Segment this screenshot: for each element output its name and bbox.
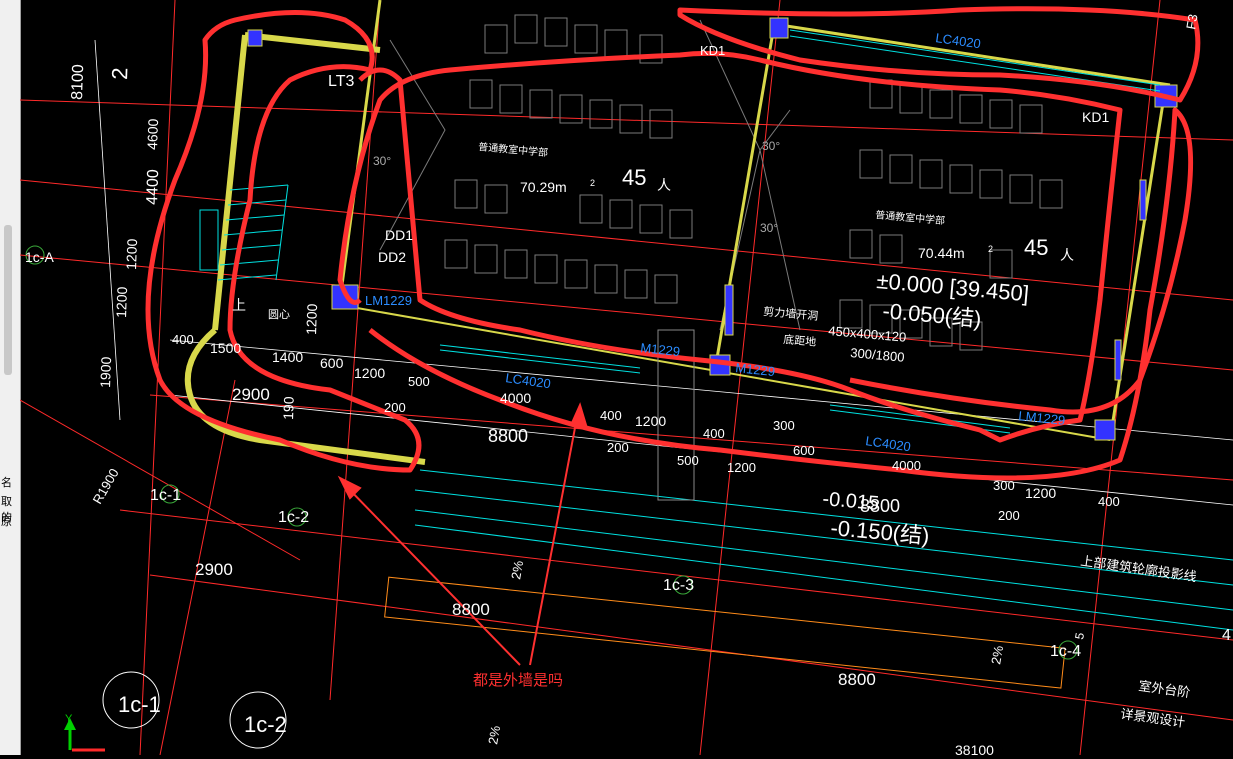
dim-text: 1200: [1025, 485, 1056, 501]
note: 450x400x120: [828, 323, 907, 345]
dim-text: 1200: [123, 238, 140, 270]
note: 上部建筑轮廓投影线: [1080, 553, 1198, 584]
axis-bubble-label: 1c-2: [244, 712, 287, 737]
dim-text: 200: [998, 508, 1020, 523]
angle: 30°: [760, 221, 778, 235]
note: 详景观设计: [1120, 706, 1186, 730]
dim-text: 600: [793, 443, 815, 458]
window-label: LC4020: [935, 30, 982, 51]
dim-text: 300: [773, 418, 795, 433]
dim-text: 8800: [860, 496, 900, 516]
ucs-icon: Y: [64, 713, 105, 752]
dim-text: 600: [320, 355, 344, 371]
dim-text: 400: [703, 426, 725, 441]
window-label: LC4020: [865, 433, 912, 454]
cad-drawing-canvas[interactable]: 1c-A 1c-1 1c-2 1c-3 1c-4 1c-1 1c-2 8100 …: [19, 0, 1233, 758]
dim-text: 190: [280, 396, 297, 420]
elevation: -0.150(结): [830, 515, 931, 549]
slope: 2%: [508, 559, 526, 581]
dim-text: 400: [1098, 494, 1120, 509]
dim-text: 8800: [452, 600, 490, 619]
dim-text: 1200: [113, 286, 130, 318]
dim-text: 200: [384, 400, 406, 415]
window-label: LC4020: [505, 370, 552, 391]
dim-text: 500: [677, 453, 699, 468]
slope: 2%: [485, 724, 503, 746]
room-area: 70.29m: [520, 179, 567, 195]
dim-text: 300: [993, 478, 1015, 493]
dim-text: 1500: [210, 340, 241, 356]
dim-text: 500: [408, 374, 430, 389]
ucs-y-label: Y: [65, 713, 73, 725]
label: LT3: [328, 73, 354, 90]
panel-caption: 原: [1, 515, 12, 528]
cad-floor-plan[interactable]: 1c-A 1c-1 1c-2 1c-3 1c-4 1c-1 1c-2 8100 …: [19, 0, 1233, 758]
note: 300/1800: [850, 345, 905, 365]
label: 4: [1222, 627, 1231, 644]
dim-text: 8100: [69, 64, 87, 100]
window-lines: [414, 29, 1233, 631]
markup-arrows: [337, 402, 588, 666]
note: R1900: [90, 466, 122, 507]
room-name: 普通教室中学部: [875, 208, 946, 227]
dim-text: 2900: [232, 385, 270, 404]
dim-text: 4400: [144, 169, 162, 205]
room-name: 普通教室中学部: [478, 140, 549, 159]
door-label: M1229: [640, 340, 681, 359]
label: KD1: [700, 43, 725, 58]
dim-text: 4600: [144, 118, 161, 150]
dim-text: 38100: [955, 742, 994, 755]
axis-label: 1c-4: [1050, 643, 1081, 660]
dim-text: 1900: [97, 356, 114, 388]
dim-text: 1200: [303, 303, 320, 335]
note: 底距地: [783, 332, 817, 349]
axis-label: 1c-3: [663, 577, 694, 594]
angle: 30°: [762, 139, 780, 153]
panel-scrollbar[interactable]: [4, 225, 12, 375]
axis-lines: [19, 0, 1233, 756]
note: 室外台阶: [1138, 678, 1192, 700]
room-unit: 人: [1060, 247, 1074, 263]
dim-text: 2900: [195, 560, 233, 579]
elevation: -0.050(结): [882, 298, 983, 332]
axis-label: 1c-2: [278, 509, 309, 526]
dim-text: 1400: [272, 349, 303, 365]
dim-text: 400: [172, 332, 194, 347]
note: 剪力墙开洞: [763, 304, 819, 323]
dim-text: 4000: [892, 458, 921, 473]
room-capacity: 45: [622, 165, 646, 190]
room-area: 70.44m: [918, 245, 965, 261]
dim-text: 1200: [727, 460, 756, 475]
label: 5: [1072, 631, 1087, 640]
label: KD1: [1082, 109, 1109, 125]
label: DD2: [378, 249, 406, 265]
slope: 2%: [988, 644, 1006, 666]
axis-label: 1c-A: [25, 249, 54, 265]
note: 圆心: [268, 308, 290, 321]
panel-caption: 名: [1, 476, 12, 489]
dim-text: 1200: [635, 413, 666, 429]
dim-text: 8800: [488, 426, 528, 446]
texts: 1c-A 1c-1 1c-2 1c-3 1c-4 1c-1 1c-2 8100 …: [25, 13, 1231, 758]
dim-text: 4000: [500, 390, 531, 406]
label: DD1: [385, 227, 413, 243]
dim-text: 1200: [354, 365, 385, 381]
left-panel: 名 取的 原: [0, 0, 21, 755]
axis-bubble-label: 1c-1: [118, 692, 161, 717]
stair-label: 上: [232, 297, 246, 313]
markup-question: 都是外墙是吗: [473, 672, 563, 689]
dim-text: 200: [607, 440, 629, 455]
dim-text: 400: [600, 408, 622, 423]
door-label: LM1229: [365, 293, 412, 308]
dim-text: 2: [107, 67, 132, 80]
axis-label: 1c-1: [150, 487, 181, 504]
dim-text: 8800: [838, 670, 876, 689]
room-capacity: 45: [1024, 235, 1048, 260]
room-area-sup: 2: [988, 244, 993, 254]
angle: 30°: [373, 154, 391, 168]
room-unit: 人: [657, 177, 671, 193]
room-area-sup: 2: [590, 178, 595, 188]
label: F3: [1183, 13, 1200, 31]
